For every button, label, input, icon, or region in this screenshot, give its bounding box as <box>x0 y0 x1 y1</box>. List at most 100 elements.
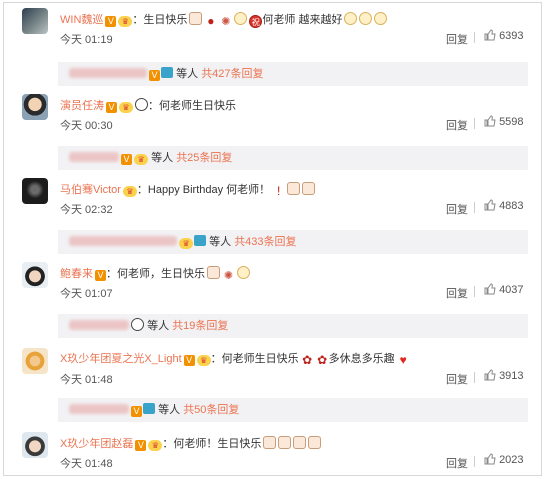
divider <box>474 286 475 297</box>
timestamp: 今天 01:07 <box>60 288 113 300</box>
verified-icon: V <box>183 355 195 366</box>
timestamp: 今天 01:48 <box>60 458 113 470</box>
like-count: 4037 <box>499 284 524 296</box>
exclamation-emoji-icon: ! <box>277 184 281 198</box>
like-count: 6393 <box>499 30 524 42</box>
panda-emoji-icon <box>135 98 148 111</box>
avatar[interactable] <box>22 94 48 120</box>
avatar[interactable] <box>22 432 48 458</box>
cake-emoji-icon <box>263 436 277 449</box>
comment-text: 何老师生日快乐 <box>159 100 236 112</box>
reply-summary[interactable]: V 等人 共50条回复 <box>58 398 528 422</box>
like-button[interactable]: 3913 <box>484 369 524 382</box>
thumb-up-icon <box>484 453 496 465</box>
rose-emoji-icon: ✿ <box>302 353 313 367</box>
blurred-username <box>69 68 148 78</box>
comment-text: 生日快乐 <box>143 14 188 26</box>
comment-body: 鲍春来 V ：何老师，生日快乐 ✺ <box>60 266 250 283</box>
username-link[interactable]: 鲍春来 <box>60 268 93 280</box>
avatar[interactable] <box>22 262 48 288</box>
thumb-up-icon <box>484 199 496 211</box>
reply-suffix: 等人 <box>176 68 199 80</box>
smile-emoji-icon <box>344 12 358 25</box>
thumb-up-icon <box>484 29 496 41</box>
reply-button[interactable]: 回复 <box>446 455 468 471</box>
comment-text: 何老师，生日快乐 <box>117 268 205 280</box>
comment-text: 何老师 越来越好 <box>262 14 343 26</box>
timestamp: 今天 01:48 <box>60 374 113 386</box>
vip-badge-icon: ♛ <box>179 238 194 249</box>
smile-emoji-icon <box>374 12 388 25</box>
blurred-username <box>69 404 130 414</box>
camera-icon <box>143 403 156 414</box>
reply-suffix: 等人 <box>151 152 174 164</box>
colon: ： <box>162 438 174 450</box>
comment-body: 马伯骞Victor ♛ ：Happy Birthday 何老师！! <box>60 182 316 198</box>
balloon-emoji-icon: ● <box>207 14 215 28</box>
vip-badge-icon: ♛ <box>122 186 137 197</box>
reply-suffix: 等人 <box>158 404 181 416</box>
comment-body: 演员任涛 V ♛ ：何老师生日快乐 <box>60 98 236 113</box>
like-button[interactable]: 4037 <box>484 283 524 296</box>
username-link[interactable]: X玖少年团夏之光X_Light <box>60 353 182 365</box>
reply-count-link[interactable]: 共50条回复 <box>183 404 239 416</box>
avatar[interactable] <box>22 178 48 204</box>
like-button[interactable]: 2023 <box>484 453 524 466</box>
avatar[interactable] <box>22 348 48 374</box>
like-button[interactable]: 4883 <box>484 199 524 212</box>
username-link[interactable]: WIN魏巡 <box>60 14 103 26</box>
divider <box>474 118 475 129</box>
smile-emoji-icon <box>359 12 373 25</box>
username-link[interactable]: 演员任涛 <box>60 100 104 112</box>
comment-text: 多休息多乐趣 <box>328 353 395 365</box>
timestamp: 今天 00:30 <box>60 120 113 132</box>
divider <box>474 456 475 467</box>
verified-icon: V <box>131 406 143 417</box>
colon: ： <box>210 353 222 365</box>
blurred-username <box>69 236 178 246</box>
reply-button[interactable]: 回复 <box>446 31 468 47</box>
like-count: 2023 <box>499 454 524 466</box>
divider <box>474 202 475 213</box>
reply-summary[interactable]: V ♛ 等人 共25条回复 <box>58 146 528 170</box>
reply-summary[interactable]: ♛ 等人 共433条回复 <box>58 230 528 254</box>
camera-icon <box>161 67 174 78</box>
thumb-up-icon <box>484 283 496 295</box>
reply-button[interactable]: 回复 <box>446 285 468 301</box>
verified-icon: V <box>135 440 147 451</box>
reply-summary[interactable]: V 等人 共427条回复 <box>58 62 528 86</box>
divider <box>474 32 475 43</box>
like-button[interactable]: 5598 <box>484 115 524 128</box>
heart-emoji-icon: ♥ <box>399 353 407 367</box>
vip-badge-icon: ♛ <box>118 16 133 27</box>
comment-text: Happy Birthday 何老师！ <box>147 184 271 196</box>
thumb-up-icon <box>484 115 496 127</box>
cake-emoji-icon <box>287 182 301 195</box>
reply-count-link[interactable]: 共433条回复 <box>234 236 296 248</box>
colon: ： <box>136 184 148 196</box>
reply-button[interactable]: 回复 <box>446 117 468 133</box>
reply-count-link[interactable]: 共427条回复 <box>201 68 263 80</box>
like-button[interactable]: 6393 <box>484 29 524 42</box>
username-link[interactable]: X玖少年团赵磊 <box>60 438 133 450</box>
reply-count-link[interactable]: 共25条回复 <box>176 152 232 164</box>
reply-suffix: 等人 <box>147 320 170 332</box>
divider <box>474 372 475 383</box>
vip-badge-icon: ♛ <box>196 355 211 366</box>
cake-emoji-icon <box>189 12 203 25</box>
reply-count-link[interactable]: 共19条回复 <box>172 320 228 332</box>
timestamp: 今天 01:19 <box>60 34 113 46</box>
like-count: 4883 <box>499 200 524 212</box>
cake-emoji-icon <box>293 436 307 449</box>
party-emoji-icon: ✺ <box>223 270 234 282</box>
comment-body: WIN魏巡 V ♛ ：生日快乐 ● ✺ 祝何老师 越来越好 <box>60 12 388 29</box>
cake-emoji-icon <box>302 182 316 195</box>
reply-button[interactable]: 回复 <box>446 371 468 387</box>
comment-text: 何老师生日快乐 <box>221 353 299 365</box>
avatar[interactable] <box>22 8 48 34</box>
camera-icon <box>194 235 207 246</box>
reply-summary[interactable]: 等人 共19条回复 <box>58 314 528 338</box>
reply-button[interactable]: 回复 <box>446 201 468 217</box>
verified-icon: V <box>95 270 106 281</box>
username-link[interactable]: 马伯骞Victor <box>60 184 121 196</box>
